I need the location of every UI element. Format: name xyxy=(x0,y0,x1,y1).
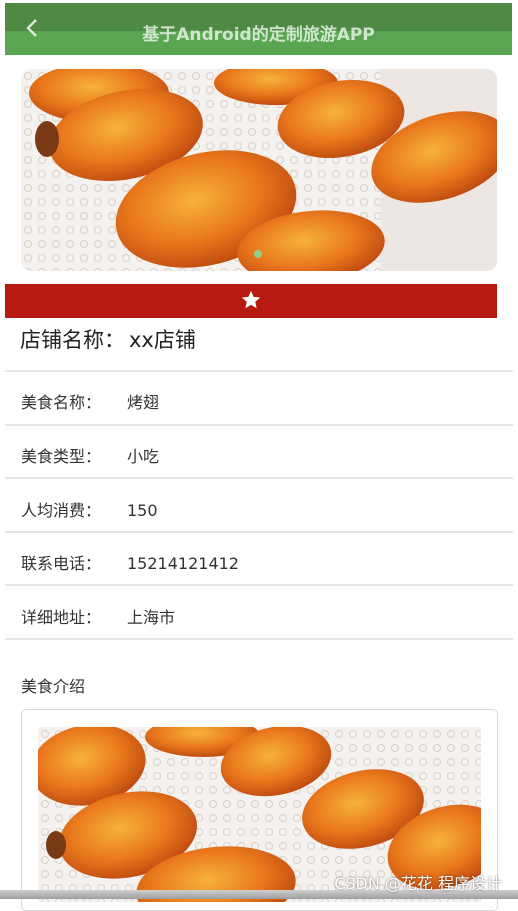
watermark-text: CSDN @花花 程序设计 xyxy=(334,874,502,893)
intro-title: 美食介绍 xyxy=(21,677,86,696)
divider xyxy=(5,424,513,426)
divider xyxy=(5,477,513,479)
divider xyxy=(5,531,513,533)
shop-name-value: xx店铺 xyxy=(129,328,196,352)
detail-label: 美食名称： xyxy=(21,393,102,412)
detail-value[interactable]: 15214121412 xyxy=(127,554,239,573)
detail-value: 烤翅 xyxy=(127,393,160,412)
detail-row-address: 详细地址： 上海市 xyxy=(21,604,175,628)
detail-row-per-capita: 人均消费： 150 xyxy=(21,497,158,521)
detail-label: 人均消费： xyxy=(21,501,102,520)
detail-label: 联系电话： xyxy=(21,554,102,573)
divider xyxy=(5,584,513,586)
detail-row-food-name: 美食名称： 烤翅 xyxy=(21,389,159,413)
app-title: 基于Android的定制旅游APP xyxy=(142,25,375,45)
food-banner-image[interactable] xyxy=(21,69,497,271)
detail-label: 美食类型： xyxy=(21,447,102,466)
detail-label: 详细地址： xyxy=(21,608,102,627)
detail-value: 上海市 xyxy=(127,608,176,627)
star-icon xyxy=(241,290,261,309)
shop-name-label: 店铺名称： xyxy=(20,328,125,352)
favorite-button[interactable] xyxy=(5,284,497,318)
app-header: 基于Android的定制旅游APP xyxy=(5,3,512,55)
detail-row-food-type: 美食类型： 小吃 xyxy=(21,443,159,467)
detail-value: 小吃 xyxy=(127,447,160,466)
carousel-indicator[interactable] xyxy=(254,250,262,258)
shop-name: 店铺名称： xx店铺 xyxy=(20,324,196,354)
detail-value: 150 xyxy=(127,501,158,520)
divider xyxy=(5,638,513,640)
detail-row-phone: 联系电话： 15214121412 xyxy=(21,550,239,574)
divider xyxy=(5,370,513,372)
